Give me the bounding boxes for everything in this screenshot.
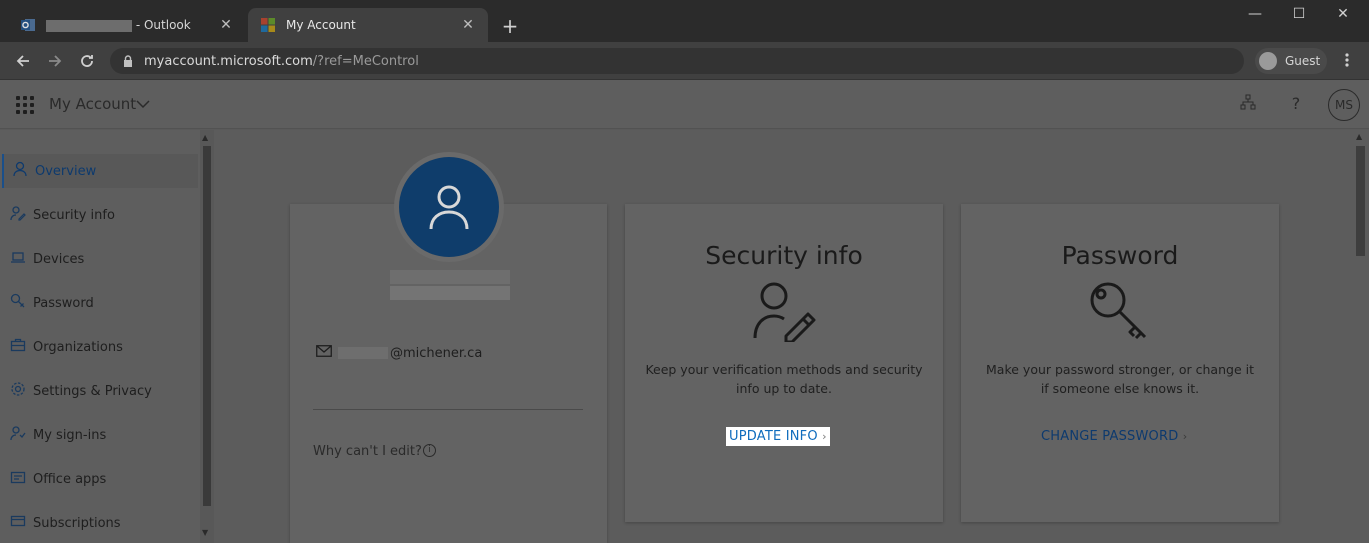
org-chart-icon[interactable] bbox=[1238, 94, 1258, 114]
info-icon: i bbox=[422, 444, 436, 457]
why-cant-edit-link[interactable]: Why can't I edit? i bbox=[313, 444, 436, 459]
person-icon bbox=[10, 161, 30, 181]
close-tab-icon[interactable]: ✕ bbox=[460, 17, 476, 33]
new-tab-button[interactable]: + bbox=[498, 14, 522, 38]
maximize-icon[interactable]: ☐ bbox=[1284, 6, 1314, 22]
sidebar-item-overview[interactable]: Overview bbox=[2, 154, 198, 188]
outlook-icon bbox=[21, 19, 35, 31]
sidebar-item-security-info[interactable]: Security info bbox=[2, 198, 198, 232]
sidebar-item-office-apps[interactable]: Office apps bbox=[2, 462, 198, 496]
scroll-down-icon[interactable]: ▼ bbox=[202, 528, 208, 537]
microsoft-logo-icon bbox=[261, 18, 275, 32]
reload-icon[interactable] bbox=[76, 50, 98, 72]
email-row: @michener.ca bbox=[316, 345, 482, 361]
minimize-icon[interactable]: — bbox=[1240, 6, 1270, 22]
chevron-down-icon[interactable] bbox=[136, 93, 150, 115]
scroll-up-icon[interactable]: ▲ bbox=[1356, 132, 1362, 141]
redacted-name bbox=[390, 286, 510, 300]
key-icon bbox=[8, 293, 28, 313]
tab-my-account[interactable]: My Account ✕ bbox=[248, 8, 488, 42]
kebab-menu-icon[interactable] bbox=[1340, 50, 1354, 72]
redacted-text bbox=[338, 347, 388, 359]
avatar[interactable]: MS bbox=[1328, 89, 1360, 121]
help-icon[interactable]: ? bbox=[1286, 94, 1306, 113]
scrollbar-thumb[interactable] bbox=[1356, 146, 1365, 256]
main-scrollbar[interactable]: ▲ bbox=[1352, 130, 1369, 543]
security-info-icon bbox=[752, 280, 816, 346]
office-apps-icon bbox=[8, 469, 28, 489]
sidebar-item-subscriptions[interactable]: Subscriptions bbox=[2, 506, 198, 540]
close-tab-icon[interactable]: ✕ bbox=[218, 17, 234, 33]
browser-tab-strip: - Outlook ✕ My Account ✕ + — ☐ ✕ bbox=[0, 0, 1369, 42]
sidebar-item-organizations[interactable]: Organizations bbox=[2, 330, 198, 364]
password-title: Password bbox=[1061, 241, 1179, 270]
sign-in-icon bbox=[8, 425, 28, 445]
tab-title: - Outlook bbox=[46, 18, 218, 32]
subscriptions-icon bbox=[8, 513, 28, 533]
chevron-right-icon: › bbox=[822, 430, 827, 443]
security-info-description: Keep your verification methods and secur… bbox=[645, 362, 923, 396]
redacted-name bbox=[390, 270, 510, 284]
scrollbar-thumb[interactable] bbox=[203, 146, 211, 506]
sidebar-scrollbar[interactable]: ▲ ▼ bbox=[200, 130, 214, 543]
password-description: Make your password stronger, or change i… bbox=[986, 362, 1254, 396]
sidebar-item-password[interactable]: Password bbox=[2, 286, 198, 320]
laptop-icon bbox=[8, 249, 28, 269]
url-text: myaccount.microsoft.com/?ref=MeControl bbox=[144, 53, 419, 69]
scroll-up-icon[interactable]: ▲ bbox=[202, 133, 208, 142]
app-header: My Account ? MS bbox=[0, 80, 1369, 129]
key-icon bbox=[1088, 280, 1152, 346]
security-info-title: Security info bbox=[705, 241, 863, 270]
security-info-icon bbox=[8, 205, 28, 225]
divider bbox=[313, 409, 583, 410]
app-launcher-icon[interactable] bbox=[16, 96, 34, 114]
tab-outlook[interactable]: - Outlook ✕ bbox=[8, 8, 246, 42]
sidebar: Overview Security info Devices Password … bbox=[0, 130, 214, 543]
email-domain: @michener.ca bbox=[390, 345, 483, 361]
close-window-icon[interactable]: ✕ bbox=[1328, 6, 1358, 22]
address-bar[interactable]: myaccount.microsoft.com/?ref=MeControl bbox=[110, 48, 1244, 74]
lock-icon bbox=[124, 55, 132, 67]
chevron-right-icon: › bbox=[1182, 430, 1188, 443]
sidebar-item-settings-privacy[interactable]: Settings & Privacy bbox=[2, 374, 198, 408]
mail-icon bbox=[316, 345, 332, 361]
sidebar-item-devices[interactable]: Devices bbox=[2, 242, 198, 276]
tab-title: My Account bbox=[286, 18, 356, 32]
change-password-link[interactable]: CHANGE PASSWORD › bbox=[1041, 429, 1187, 444]
briefcase-icon bbox=[8, 337, 28, 357]
profile-button[interactable]: Guest bbox=[1255, 48, 1327, 74]
back-arrow-icon[interactable] bbox=[12, 50, 34, 72]
sidebar-item-my-sign-ins[interactable]: My sign-ins bbox=[2, 418, 198, 452]
profile-label: Guest bbox=[1285, 54, 1321, 68]
gear-icon bbox=[8, 381, 28, 401]
person-icon bbox=[399, 157, 499, 257]
browser-toolbar: myaccount.microsoft.com/?ref=MeControl G… bbox=[0, 42, 1369, 80]
profile-avatar[interactable] bbox=[394, 152, 504, 262]
guest-avatar-icon bbox=[1259, 52, 1277, 70]
app-title[interactable]: My Account bbox=[49, 95, 136, 113]
redacted-text bbox=[46, 19, 132, 32]
forward-arrow-icon[interactable] bbox=[44, 50, 66, 72]
update-info-link[interactable]: UPDATE INFO › bbox=[726, 427, 830, 446]
